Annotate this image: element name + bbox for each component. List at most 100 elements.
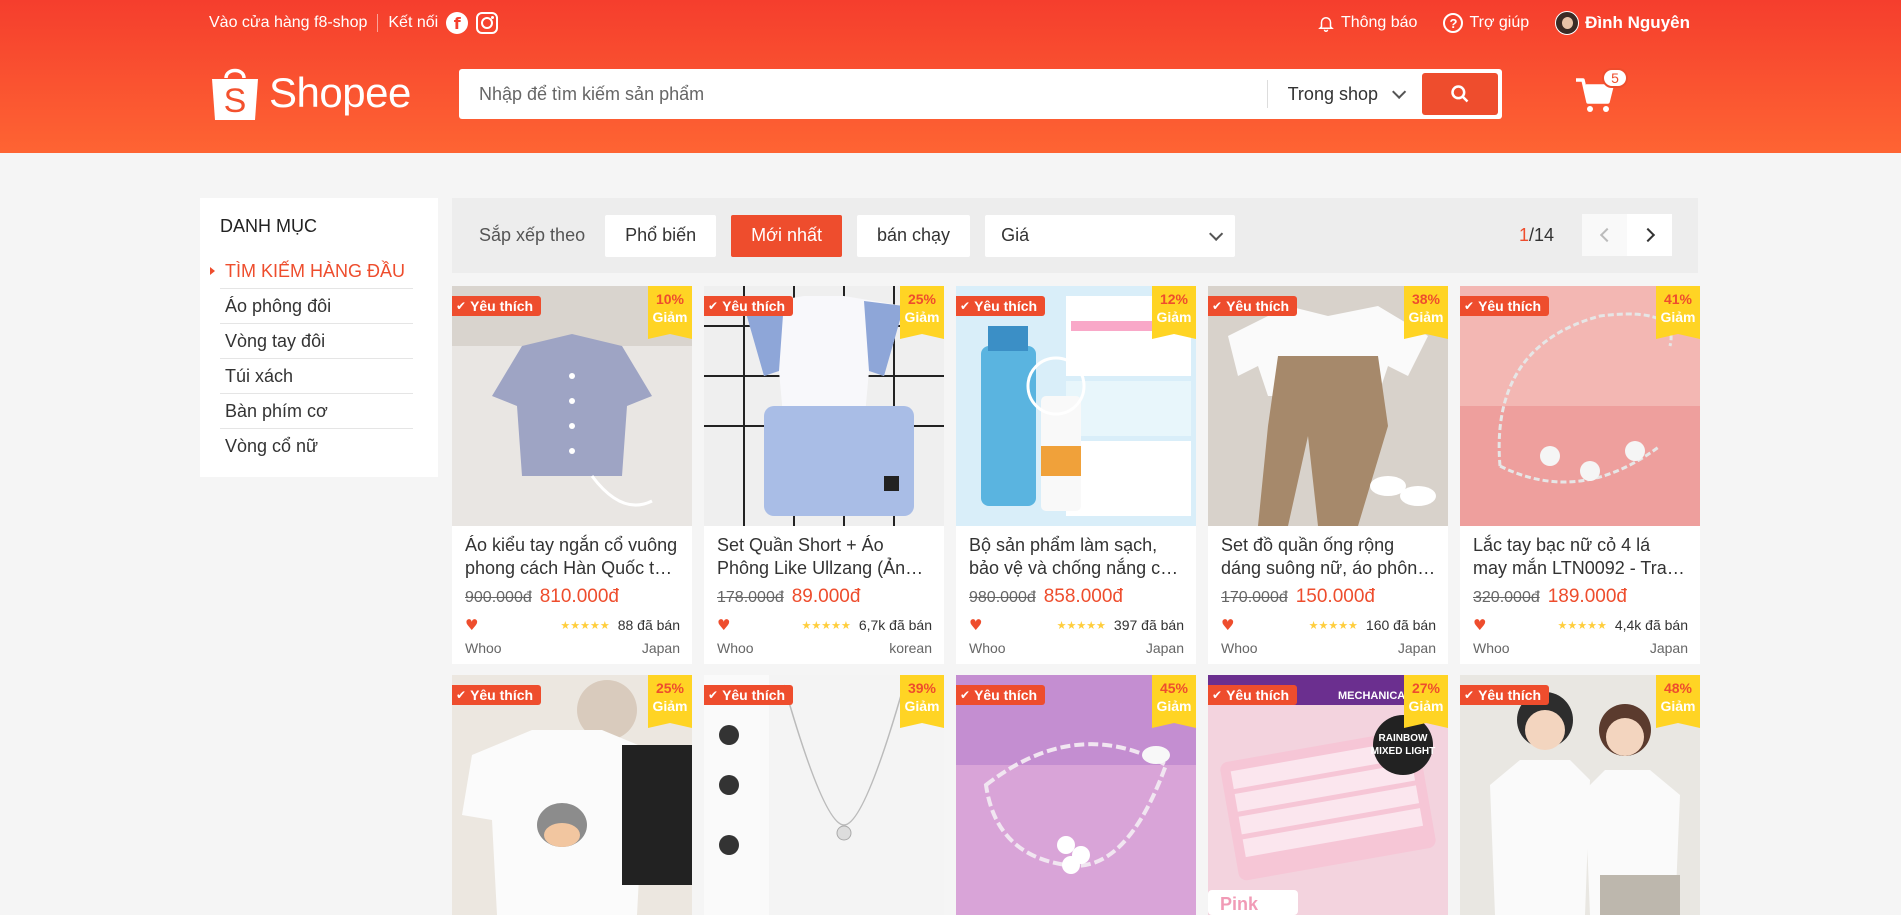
favorite-label: Yêu thích: [722, 687, 786, 703]
sold-count: 4,4k đã bán: [1614, 617, 1688, 633]
old-price: 178.000đ: [717, 589, 784, 606]
rating-stars-icon: ★★★★★: [1557, 618, 1607, 632]
shopee-logo[interactable]: S Shopee: [209, 64, 411, 122]
product-name[interactable]: Lắc tay bạc nữ cỏ 4 lá may mắn LTN0092 -…: [1473, 534, 1688, 580]
product-image[interactable]: ✔ Yêu thích 45% Giảm: [956, 675, 1196, 915]
product-image[interactable]: ✔ Yêu thích 41% Giảm: [1460, 286, 1700, 526]
next-page-button[interactable]: [1627, 214, 1672, 256]
help-icon: ?: [1443, 13, 1464, 33]
product-card[interactable]: ✔ Yêu thích 48% Giảm: [1460, 675, 1700, 915]
bell-icon: [1318, 17, 1334, 32]
search-button[interactable]: [1422, 73, 1498, 115]
product-name[interactable]: Set Quần Short + Áo Phông Like Ullzang (…: [717, 534, 932, 580]
svg-text:S: S: [224, 82, 247, 120]
product-name[interactable]: Bộ sản phẩm làm sạch, bảo vệ và chống nắ…: [969, 534, 1184, 580]
check-icon: ✔: [456, 299, 467, 313]
old-price: 900.000đ: [465, 589, 532, 606]
product-card[interactable]: ✔ Yêu thích 45% Giảm: [956, 675, 1196, 915]
meta-row: ♥ ★★★★★ 4,4k đã bán: [1473, 616, 1688, 634]
check-icon: ✔: [960, 688, 971, 702]
discount-badge: 41% Giảm: [1656, 286, 1700, 339]
product-image[interactable]: ✔ Yêu thích 10% Giảm: [452, 286, 692, 526]
origin-country: korean: [889, 640, 932, 656]
product-card[interactable]: ✔ Yêu thích 25% Giảm Set Quần Short + Áo …: [704, 286, 944, 664]
instagram-icon[interactable]: [476, 12, 499, 34]
facebook-icon[interactable]: f: [446, 12, 469, 34]
origin-row: Whoo Japan: [1473, 640, 1688, 656]
product-card[interactable]: ✔ Yêu thích 41% Giảm Lắc tay bạc nữ cỏ 4 …: [1460, 286, 1700, 664]
origin-row: Whoo Japan: [969, 640, 1184, 656]
sold-count: 397 đã bán: [1113, 617, 1184, 633]
discount-percent: 39%: [907, 680, 937, 696]
product-image[interactable]: ✔ Yêu thích 12% Giảm: [956, 286, 1196, 526]
product-name[interactable]: Set đồ quần ống rộng dáng suông nữ, áo p…: [1221, 534, 1436, 580]
heart-icon[interactable]: ♥: [717, 616, 730, 634]
product-card[interactable]: ✔ Yêu thích 10% Giảm Áo kiểu tay ngắn cổ …: [452, 286, 692, 664]
discount-badge: 25% Giảm: [900, 286, 944, 339]
help-link[interactable]: ? Trợ giúp: [1443, 13, 1529, 33]
chevron-left-icon: [1599, 227, 1614, 243]
discount-percent: 41%: [1663, 291, 1693, 307]
product-image[interactable]: MECHANICAL K RAINBOW MIXED LIGHT Pink ✔ Y…: [1208, 675, 1448, 915]
search-scope-dropdown[interactable]: Trong shop: [1266, 80, 1422, 108]
social-links: f: [446, 12, 499, 34]
heart-icon[interactable]: ♥: [465, 616, 478, 634]
shopping-bag-icon: S: [212, 68, 258, 120]
favorite-label: Yêu thích: [470, 298, 534, 314]
user-menu[interactable]: Đình Nguyên: [1555, 11, 1690, 35]
topbar-left: Vào cửa hàng f8-shop Kết nối f: [209, 12, 499, 34]
sort-bestseller-button[interactable]: bán chạy: [857, 214, 971, 257]
price-sort-select[interactable]: Giá: [985, 214, 1236, 257]
product-image[interactable]: ✔ Yêu thích 25% Giảm: [452, 675, 692, 915]
prev-page-button[interactable]: [1582, 214, 1627, 256]
notifications-link[interactable]: Thông báo: [1317, 13, 1418, 33]
total-pages: /14: [1528, 224, 1554, 245]
category-item-keyboard[interactable]: Bàn phím cơ: [220, 394, 413, 429]
category-item-couple-tee[interactable]: Áo phông đôi: [220, 289, 413, 324]
heart-icon[interactable]: ♥: [1473, 616, 1486, 634]
product-card[interactable]: ✔ Yêu thích 38% Giảm Set đồ quần ống rộng…: [1208, 286, 1448, 664]
discount-badge: 38% Giảm: [1404, 286, 1448, 339]
category-item-necklace[interactable]: Vòng cổ nữ: [220, 429, 413, 464]
heart-icon[interactable]: ♥: [1221, 616, 1234, 634]
site-header: Vào cửa hàng f8-shop Kết nối f Thông báo…: [0, 0, 1901, 153]
brand-name: Whoo: [1221, 640, 1258, 656]
check-icon: ✔: [960, 299, 971, 313]
search-input[interactable]: [459, 69, 1267, 119]
heart-icon[interactable]: ♥: [969, 616, 982, 634]
product-image[interactable]: ✔ Yêu thích 25% Giảm: [704, 286, 944, 526]
favorite-label: Yêu thích: [470, 687, 534, 703]
rating-sold: ★★★★★ 160 đã bán: [1309, 617, 1436, 633]
origin-country: Japan: [1649, 640, 1688, 656]
origin-row: Whoo korean: [717, 640, 932, 656]
meta-row: ♥ ★★★★★ 88 đã bán: [465, 616, 680, 634]
discount-word: Giảm: [904, 309, 940, 325]
discount-badge: 39% Giảm: [900, 675, 944, 728]
sort-newest-button[interactable]: Mới nhất: [731, 214, 842, 257]
old-price: 170.000đ: [1221, 589, 1288, 606]
meta-row: ♥ ★★★★★ 160 đã bán: [1221, 616, 1436, 634]
product-image[interactable]: ✔ Yêu thích 48% Giảm: [1460, 675, 1700, 915]
product-image[interactable]: ✔ Yêu thích 38% Giảm: [1208, 286, 1448, 526]
discount-badge: 45% Giảm: [1152, 675, 1196, 728]
category-item-couple-bracelet[interactable]: Vòng tay đôi: [220, 324, 413, 359]
product-card[interactable]: ✔ Yêu thích 39% Giảm: [704, 675, 944, 915]
current-page: 1: [1518, 224, 1529, 245]
cart-button[interactable]: 5: [1576, 68, 1628, 114]
notifications-label: Thông báo: [1340, 14, 1418, 31]
sort-popular-button[interactable]: Phổ biến: [605, 214, 717, 257]
store-link[interactable]: Vào cửa hàng f8-shop: [209, 14, 367, 32]
product-image[interactable]: ✔ Yêu thích 39% Giảm: [704, 675, 944, 915]
current-price: 858.000đ: [1043, 586, 1123, 607]
category-item-top-search[interactable]: TÌM KIẾM HÀNG ĐẦU: [210, 254, 413, 289]
product-name[interactable]: Áo kiểu tay ngắn cổ vuông phong cách Hàn…: [465, 534, 680, 580]
discount-word: Giảm: [1660, 309, 1696, 325]
svg-text:Pink: Pink: [1220, 894, 1259, 914]
product-card[interactable]: ✔ Yêu thích 12% Giảm Bộ sản phẩm làm sạch…: [956, 286, 1196, 664]
product-card[interactable]: MECHANICAL K RAINBOW MIXED LIGHT Pink ✔ Y…: [1208, 675, 1448, 915]
favorite-label: Yêu thích: [1478, 298, 1542, 314]
svg-text:RAINBOW: RAINBOW: [1379, 733, 1428, 744]
favorite-tag: ✔ Yêu thích: [704, 685, 794, 705]
category-item-handbag[interactable]: Túi xách: [220, 359, 413, 394]
product-card[interactable]: ✔ Yêu thích 25% Giảm: [452, 675, 692, 915]
